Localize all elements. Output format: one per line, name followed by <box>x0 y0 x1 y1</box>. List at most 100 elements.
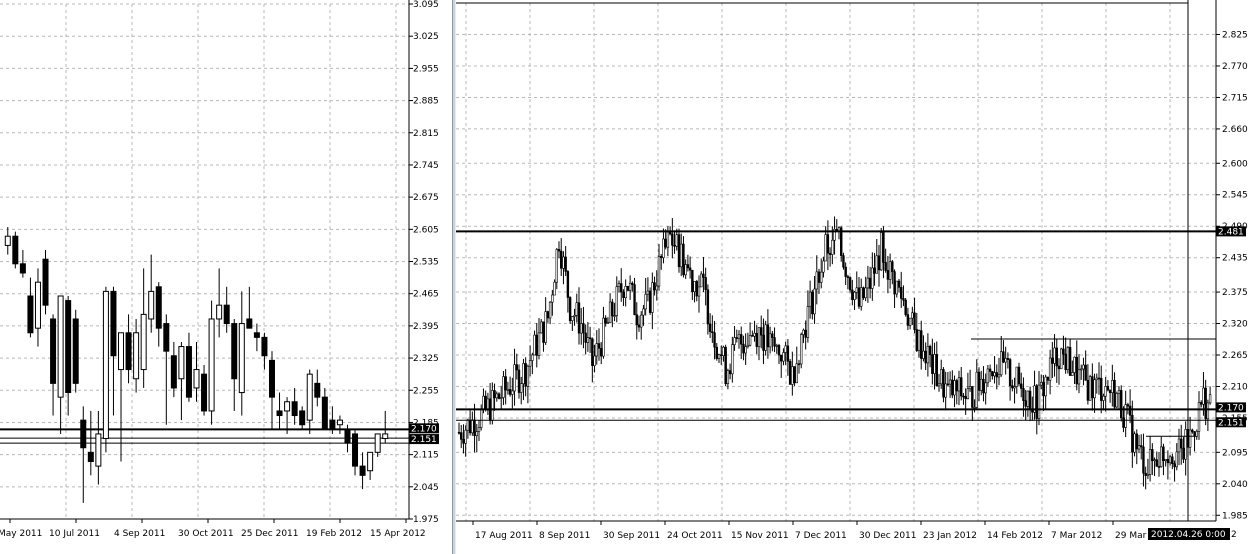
bull-candle <box>208 318 215 412</box>
bull-candle <box>495 393 498 399</box>
bear-candle <box>535 334 538 356</box>
bull-candle <box>871 267 874 289</box>
bull-candle <box>471 419 474 434</box>
bear-candle <box>915 329 918 351</box>
bear-candle <box>1155 459 1158 467</box>
y-tick-label: 2.825 <box>1222 30 1248 40</box>
bull-candle <box>693 281 696 293</box>
bear-candle <box>777 345 781 356</box>
y-tick-label: 2.885 <box>413 97 439 107</box>
bear-candle <box>1135 433 1138 450</box>
bull-candle <box>757 327 761 347</box>
bear-candle <box>648 290 652 313</box>
bull-candle <box>1040 382 1043 386</box>
bear-candle <box>882 232 885 263</box>
bull-candle <box>1082 364 1085 370</box>
bull-candle <box>1111 379 1114 394</box>
right-chart-window[interactable]: 2.8252.7702.7152.6602.6002.5452.4902.435… <box>456 0 1252 554</box>
bear-candle <box>735 337 738 339</box>
bear-candle <box>1131 414 1134 453</box>
y-tick-label: 2.745 <box>413 161 439 171</box>
bear-candle <box>960 377 963 397</box>
bull-candle <box>1088 376 1092 401</box>
bull-candle <box>624 286 627 299</box>
bear-candle <box>962 395 965 398</box>
bear-candle <box>1057 365 1061 370</box>
bull-candle <box>1048 357 1052 381</box>
bear-candle <box>524 363 527 387</box>
bull-candle <box>855 287 858 293</box>
left-candlestick-chart[interactable]: 3.095 3.025 2.955 2.885 2.815 2.745 2.675 2.605… <box>0 0 452 554</box>
bull-candle <box>580 323 583 334</box>
bull-candle <box>1080 368 1083 371</box>
bear-candle <box>857 287 861 307</box>
bull-candle <box>540 321 543 334</box>
bear-candle <box>1113 379 1116 408</box>
bear-candle <box>773 337 776 347</box>
bear-candle <box>935 354 938 387</box>
bear-candle <box>720 354 723 357</box>
bull-candle <box>608 301 612 323</box>
bull-candle <box>571 316 574 321</box>
y-tick-label: 2.675 <box>413 193 439 203</box>
bull-candle <box>178 346 185 380</box>
bear-candle <box>902 298 905 301</box>
bear-candle <box>877 255 881 271</box>
x-tick-label: 8 Sep 2011 <box>539 531 590 541</box>
y-tick-label: 2.660 <box>1222 125 1248 135</box>
bull-candle <box>586 337 590 343</box>
bull-candle <box>531 354 534 361</box>
y-tick-label: 2.255 <box>413 386 439 396</box>
bull-candle <box>644 293 647 310</box>
bear-candle <box>50 318 57 384</box>
bear-candle <box>1157 466 1161 468</box>
bull-candle <box>491 390 494 421</box>
bear-candle <box>1017 366 1021 385</box>
bull-candle <box>866 277 870 289</box>
bear-candle <box>924 350 927 364</box>
left-chart-window[interactable]: 3.095 3.025 2.955 2.885 2.815 2.745 2.675 2.605… <box>0 0 452 554</box>
bear-candle <box>760 327 763 336</box>
bull-candle <box>820 271 823 283</box>
bull-candle <box>1175 451 1178 468</box>
y-tick-label: 2.535 <box>413 258 439 268</box>
bear-candle <box>568 297 572 321</box>
bull-candle <box>993 372 996 377</box>
bear-candle <box>201 373 208 412</box>
bull-candle <box>968 386 972 390</box>
bear-candle <box>673 245 676 247</box>
bear-candle <box>497 393 501 399</box>
bear-candle <box>762 334 765 351</box>
right-candlestick-chart[interactable]: 2.8252.7702.7152.6602.6002.5452.4902.435… <box>456 0 1252 554</box>
bear-candle <box>1075 356 1078 385</box>
bear-candle <box>1106 386 1110 391</box>
bear-candle <box>931 354 934 374</box>
bull-candle <box>1000 351 1003 376</box>
bull-candle <box>815 271 818 290</box>
bear-candle <box>891 261 894 272</box>
bull-candle <box>628 282 632 291</box>
bear-candle <box>635 314 638 326</box>
bear-candle <box>557 249 561 252</box>
y-tick-label: 2.320 <box>1222 320 1248 330</box>
bull-candle <box>1133 433 1136 453</box>
bear-candle <box>788 360 792 385</box>
bull-candle <box>593 355 596 366</box>
bear-candle <box>766 324 770 348</box>
bear-candle <box>19 263 26 274</box>
bear-candle <box>897 280 901 288</box>
bear-candle <box>1051 357 1054 364</box>
bull-candle <box>606 322 610 324</box>
bull-candle <box>666 231 670 248</box>
bull-candle <box>526 365 530 387</box>
bear-candle <box>604 317 607 324</box>
bear-candle <box>1086 379 1090 401</box>
bull-candle <box>1168 456 1172 464</box>
x-tick-label: 10 Jul 2011 <box>49 529 100 539</box>
bear-candle <box>321 396 328 430</box>
bear-candle <box>504 376 507 391</box>
bull-candle <box>464 429 467 444</box>
y-tick-label: 2.115 <box>413 451 439 461</box>
bull-candle <box>1026 390 1030 407</box>
y-tick-label: 1.985 <box>1222 511 1248 521</box>
